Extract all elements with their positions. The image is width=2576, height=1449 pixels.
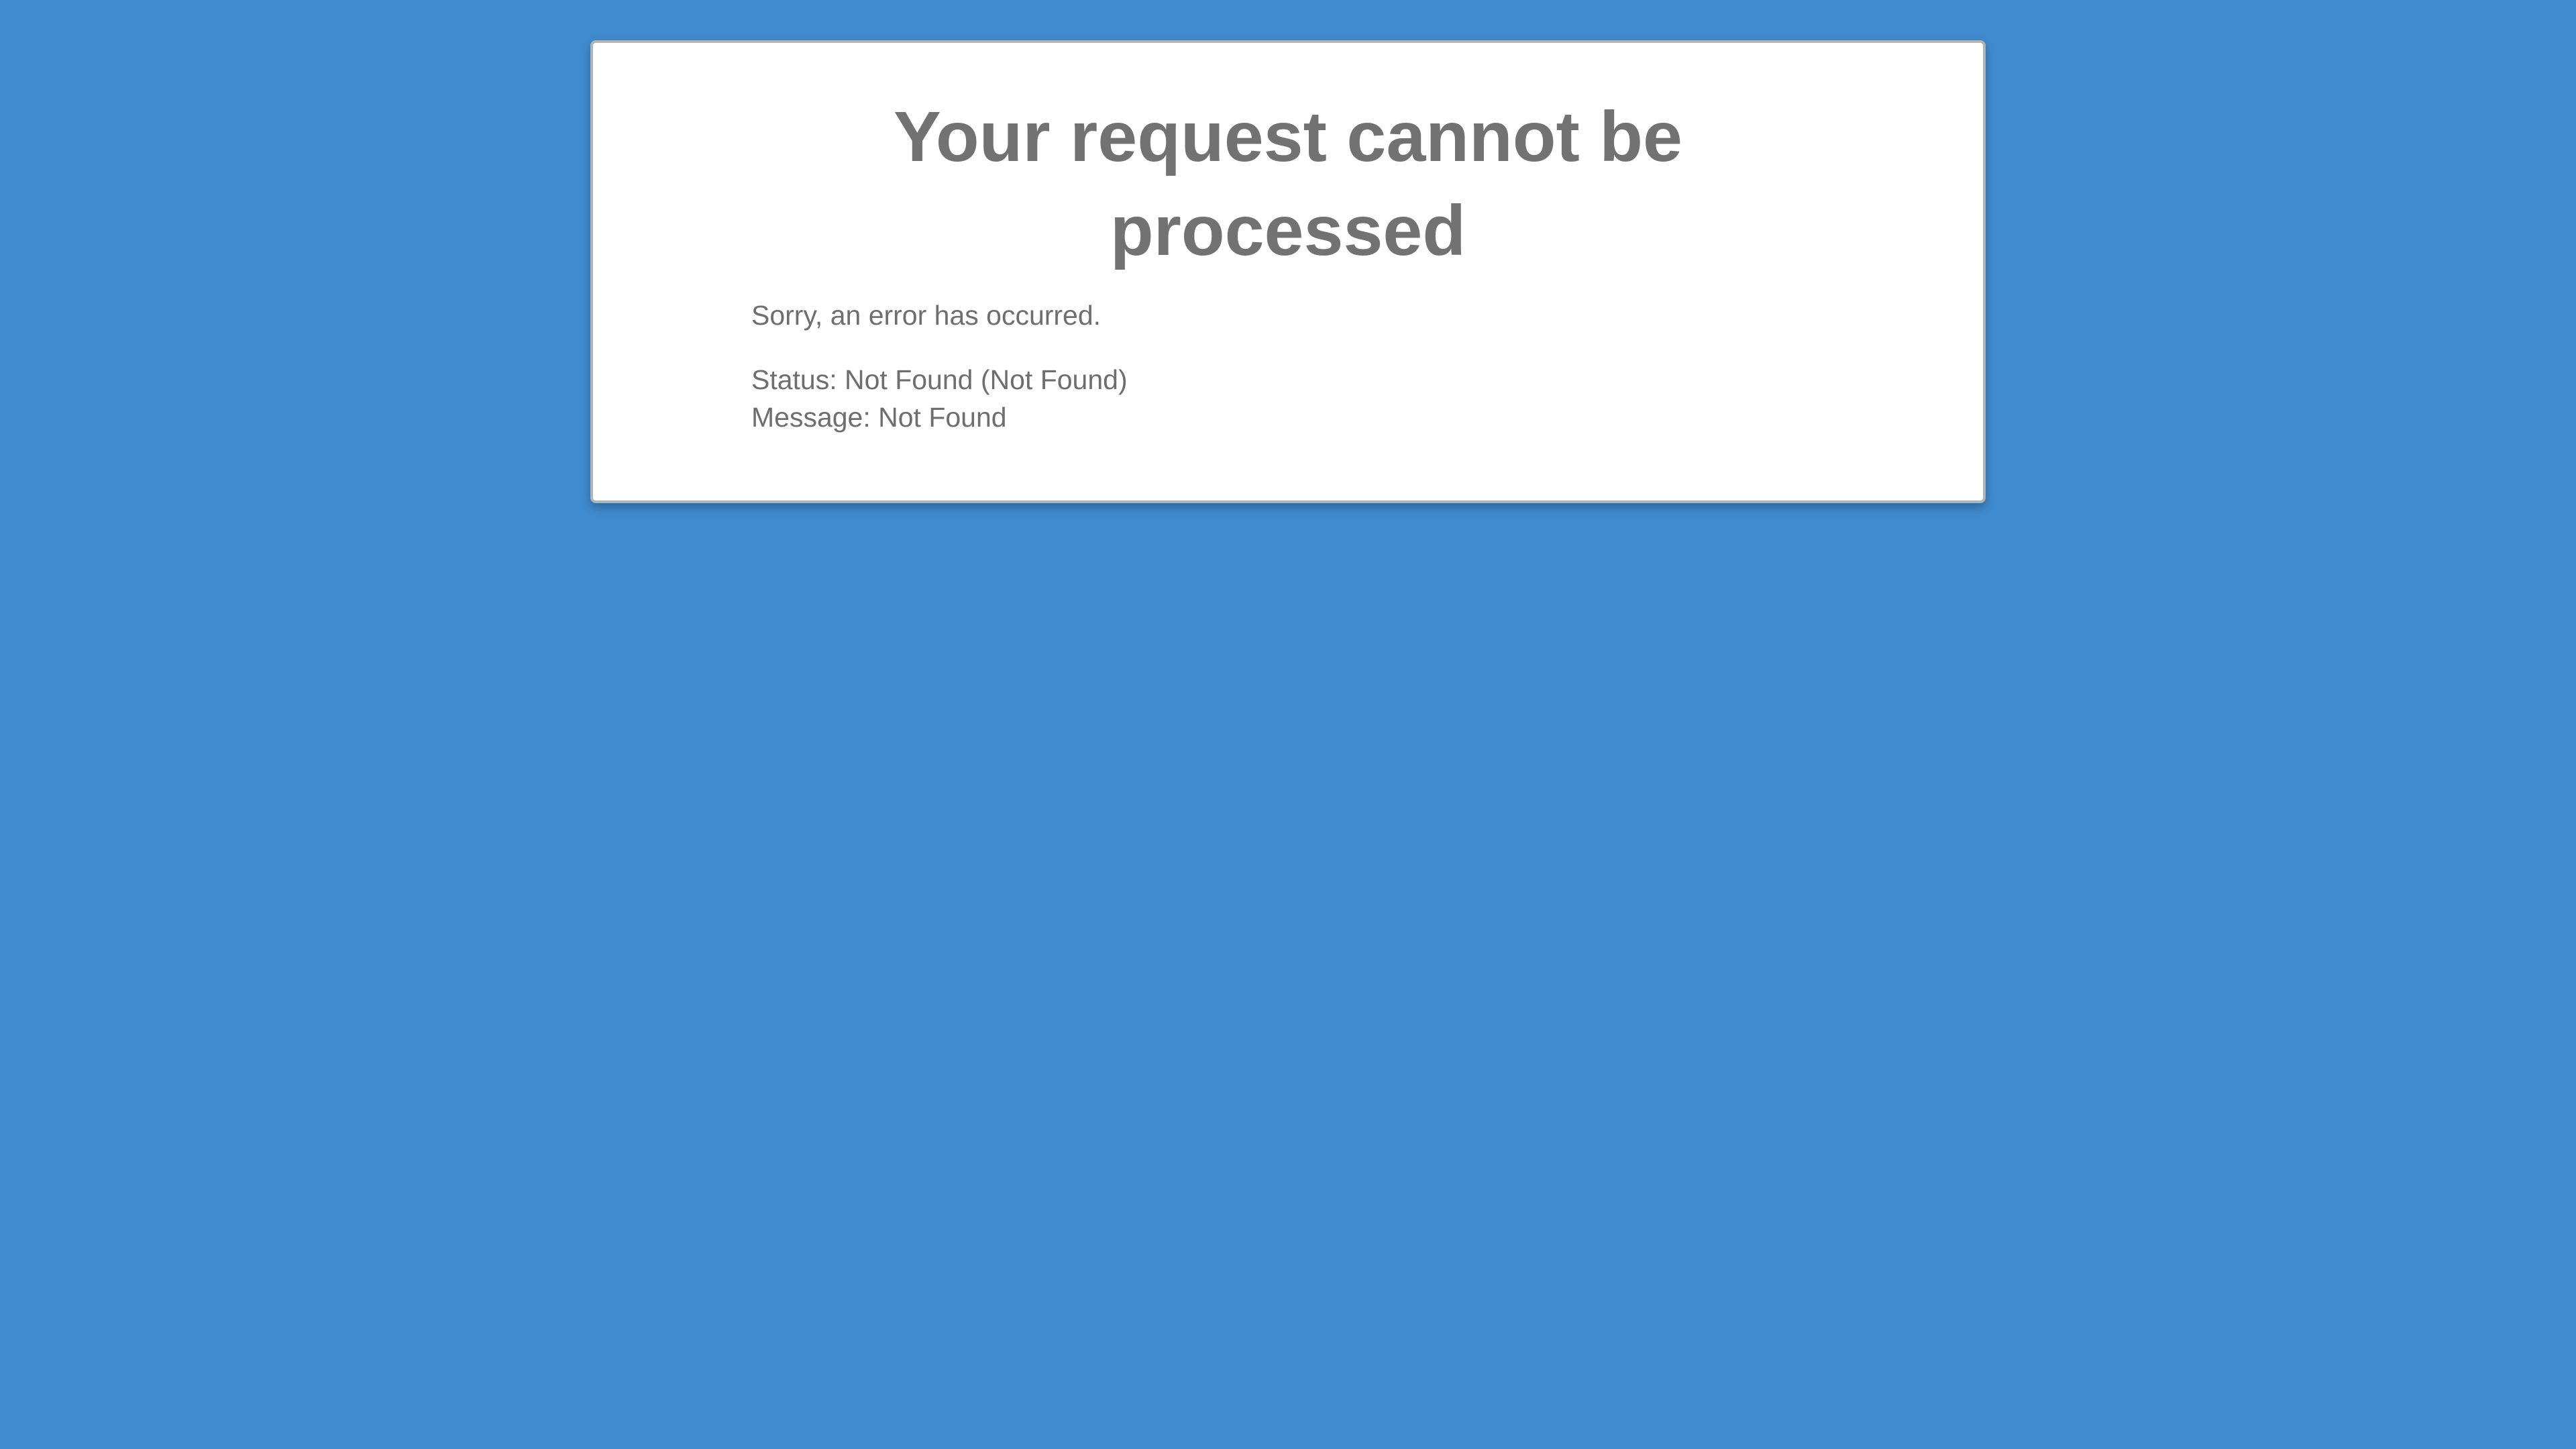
error-body: Sorry, an error has occurred. Status: No… [751, 297, 1825, 436]
error-details: Status: Not Found (Not Found) Message: N… [751, 361, 1825, 436]
error-card: Your request cannot be processed Sorry, … [590, 40, 1986, 503]
error-title-line-1: Your request cannot be [894, 97, 1682, 176]
error-title: Your request cannot be processed [593, 90, 1983, 278]
error-message: Message: Not Found [751, 402, 1007, 433]
error-title-line-2: processed [1110, 191, 1466, 270]
error-intro: Sorry, an error has occurred. [751, 300, 1102, 331]
error-status: Status: Not Found (Not Found) [751, 364, 1128, 395]
